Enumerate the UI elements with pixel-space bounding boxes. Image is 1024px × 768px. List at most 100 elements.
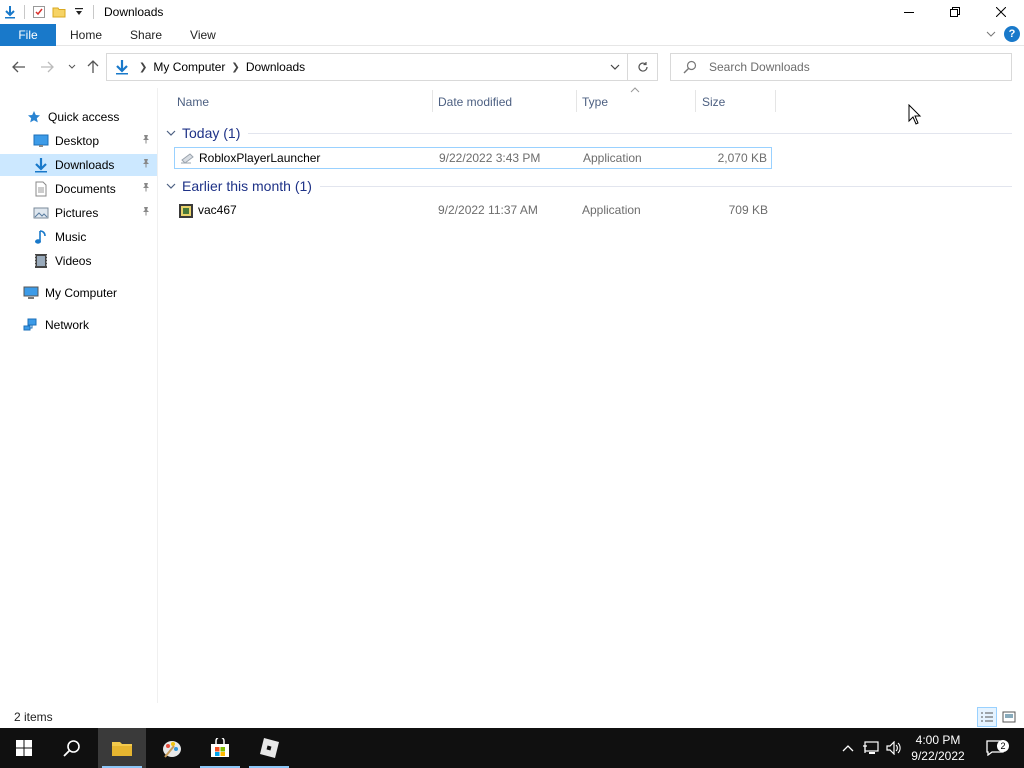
back-button[interactable] bbox=[10, 58, 28, 76]
sidebar-item-pictures[interactable]: Pictures bbox=[0, 202, 157, 224]
sidebar-item-label: Documents bbox=[55, 182, 116, 196]
close-button[interactable] bbox=[978, 0, 1024, 24]
group-header-earlier-this-month[interactable]: Earlier this month (1) bbox=[164, 176, 1016, 196]
column-type-header[interactable]: Type bbox=[582, 95, 608, 109]
taskbar-file-explorer[interactable] bbox=[98, 728, 146, 768]
file-row-vac467[interactable]: vac467 9/2/2022 11:37 AM Application 709… bbox=[174, 200, 772, 222]
file-size: 2,070 KB bbox=[717, 151, 767, 165]
minimize-button[interactable] bbox=[886, 0, 932, 24]
large-icons-view-button[interactable] bbox=[999, 707, 1019, 727]
address-bar[interactable]: ❯ My Computer ❯ Downloads bbox=[106, 53, 658, 81]
show-hidden-icons-button[interactable] bbox=[838, 728, 858, 768]
sidebar-item-desktop[interactable]: Desktop bbox=[0, 130, 157, 152]
group-header-today[interactable]: Today (1) bbox=[164, 123, 1016, 143]
start-button[interactable] bbox=[0, 728, 48, 768]
up-button[interactable] bbox=[84, 58, 102, 76]
download-icon bbox=[111, 59, 133, 75]
taskbar: 4:00 PM 9/22/2022 2 bbox=[0, 728, 1024, 768]
desktop-icon bbox=[33, 133, 49, 149]
divider bbox=[93, 5, 94, 19]
sidebar-item-label: My Computer bbox=[45, 286, 118, 300]
search-icon bbox=[683, 60, 699, 74]
roblox-icon bbox=[260, 738, 279, 758]
breadcrumb-my-computer[interactable]: My Computer bbox=[153, 60, 225, 74]
restore-button[interactable] bbox=[932, 0, 978, 24]
sidebar-item-label: Downloads bbox=[55, 158, 115, 172]
pin-icon[interactable] bbox=[141, 206, 153, 218]
computer-icon bbox=[23, 285, 39, 301]
column-date-header[interactable]: Date modified bbox=[438, 95, 512, 109]
sort-ascending-icon bbox=[630, 87, 640, 93]
column-size-header[interactable]: Size bbox=[702, 95, 725, 109]
divider bbox=[24, 5, 25, 19]
sidebar-item-quick-access[interactable]: Quick access bbox=[0, 106, 157, 128]
downloads-folder-icon[interactable] bbox=[0, 2, 20, 22]
search-input[interactable] bbox=[709, 60, 999, 74]
tab-home[interactable]: Home bbox=[56, 24, 116, 46]
group-title: Today (1) bbox=[182, 125, 241, 141]
tab-file[interactable]: File bbox=[0, 23, 56, 46]
tab-share[interactable]: Share bbox=[116, 24, 176, 46]
sidebar-item-network[interactable]: Network bbox=[0, 314, 157, 336]
pin-icon[interactable] bbox=[141, 134, 153, 146]
column-separator[interactable] bbox=[432, 90, 433, 112]
column-header-row: Name Date modified Type Size bbox=[170, 88, 1015, 114]
chevron-down-icon[interactable] bbox=[166, 182, 178, 190]
sidebar-item-label: Videos bbox=[55, 254, 92, 268]
sidebar-item-label: Network bbox=[45, 318, 90, 332]
refresh-button[interactable] bbox=[627, 54, 657, 80]
search-box[interactable] bbox=[670, 53, 1012, 81]
chevron-down-icon[interactable] bbox=[166, 129, 178, 137]
pin-icon[interactable] bbox=[141, 158, 153, 170]
new-folder-icon[interactable] bbox=[49, 2, 69, 22]
title-bar: Downloads bbox=[0, 0, 1024, 24]
refresh-icon bbox=[637, 62, 648, 72]
help-icon[interactable]: ? bbox=[1004, 26, 1020, 42]
sidebar-item-documents[interactable]: Documents bbox=[0, 178, 157, 200]
tab-view[interactable]: View bbox=[176, 24, 230, 46]
item-count: 2 items bbox=[14, 710, 53, 724]
search-button[interactable] bbox=[48, 728, 96, 768]
group-title: Earlier this month (1) bbox=[182, 178, 312, 194]
sidebar-divider bbox=[157, 88, 158, 703]
arrow-left-icon bbox=[12, 61, 25, 73]
taskbar-roblox[interactable] bbox=[245, 728, 293, 768]
file-row-robloxplayerlauncher[interactable]: RobloxPlayerLauncher 9/22/2022 3:43 PM A… bbox=[174, 147, 772, 169]
sidebar-item-videos[interactable]: Videos bbox=[0, 250, 157, 272]
action-center-button[interactable]: 2 bbox=[980, 728, 1010, 768]
column-separator[interactable] bbox=[576, 90, 577, 112]
expand-ribbon-button[interactable] bbox=[986, 27, 996, 41]
chevron-down-icon bbox=[68, 64, 76, 69]
close-icon bbox=[996, 7, 1006, 17]
file-size: 709 KB bbox=[728, 203, 768, 217]
large-icons-view-icon bbox=[1002, 711, 1016, 723]
column-separator[interactable] bbox=[695, 90, 696, 112]
taskbar-microsoft-store[interactable] bbox=[196, 728, 244, 768]
breadcrumb-downloads[interactable]: Downloads bbox=[246, 60, 305, 74]
properties-icon[interactable] bbox=[29, 2, 49, 22]
file-type: Application bbox=[583, 151, 642, 165]
sidebar-item-music[interactable]: Music bbox=[0, 226, 157, 248]
ribbon-tabs: File Home Share View ? bbox=[0, 23, 1024, 46]
sidebar-item-downloads[interactable]: Downloads bbox=[0, 154, 157, 176]
recent-locations-button[interactable] bbox=[63, 58, 81, 76]
file-name: RobloxPlayerLauncher bbox=[199, 151, 321, 165]
star-icon bbox=[26, 109, 42, 125]
column-name-header[interactable]: Name bbox=[177, 95, 209, 109]
details-view-button[interactable] bbox=[977, 707, 997, 727]
pin-icon[interactable] bbox=[141, 182, 153, 194]
taskbar-paint[interactable] bbox=[148, 728, 196, 768]
documents-icon bbox=[33, 181, 49, 197]
chevron-down-icon bbox=[986, 31, 996, 37]
breadcrumb-separator: ❯ bbox=[231, 61, 240, 73]
customize-toolbar-dropdown-icon[interactable] bbox=[69, 2, 89, 22]
chevron-down-icon bbox=[610, 64, 620, 70]
sidebar-item-label: Desktop bbox=[55, 134, 100, 148]
sidebar-item-my-computer[interactable]: My Computer bbox=[0, 282, 157, 304]
network-status-button[interactable] bbox=[860, 728, 882, 768]
forward-button[interactable] bbox=[38, 58, 56, 76]
address-history-button[interactable] bbox=[607, 59, 623, 75]
column-separator[interactable] bbox=[775, 90, 776, 112]
system-clock[interactable]: 4:00 PM 9/22/2022 bbox=[900, 732, 976, 764]
videos-icon bbox=[33, 253, 49, 269]
